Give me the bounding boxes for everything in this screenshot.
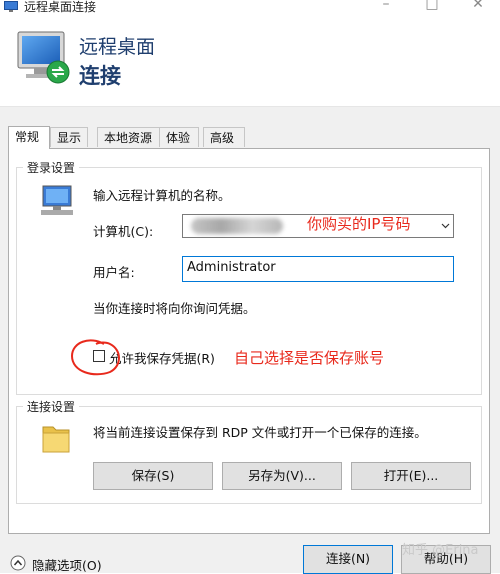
close-button[interactable]: ✕ <box>458 0 498 16</box>
maximize-button[interactable]: □ <box>412 0 452 16</box>
chevron-down-icon[interactable] <box>441 221 450 230</box>
tab-general[interactable]: 常规 <box>8 126 50 149</box>
credential-note: 当你连接时将向你询问凭据。 <box>93 301 256 316</box>
redacted-ip-mask <box>191 218 283 234</box>
header-banner: 远程桌面 连接 <box>0 16 500 107</box>
connection-description: 将当前连接设置保存到 RDP 文件或打开一个已保存的连接。 <box>93 425 427 440</box>
watermark-text: 知乎 @Erina <box>402 543 479 558</box>
hide-options-link[interactable]: 隐藏选项(O) <box>32 555 102 574</box>
tab-experience[interactable]: 体验 <box>159 127 199 147</box>
connect-button[interactable]: 连接(N) <box>303 545 393 574</box>
login-settings-title: 登录设置 <box>23 159 80 176</box>
minimize-button[interactable]: – <box>366 0 406 16</box>
tab-display[interactable]: 显示 <box>50 127 88 147</box>
save-account-annotation: 自己选择是否保存账号 <box>234 349 385 367</box>
username-label: 用户名: <box>93 265 135 280</box>
computer-label: 计算机(C): <box>93 224 154 239</box>
window-title: 远程桌面连接 <box>24 0 97 14</box>
tab-advanced[interactable]: 高级 <box>203 127 245 147</box>
tab-local-resources[interactable]: 本地资源 <box>97 127 161 147</box>
connection-settings-title: 连接设置 <box>23 398 80 415</box>
open-button[interactable]: 打开(E)... <box>351 462 471 490</box>
remote-name-prompt: 输入远程计算机的名称。 <box>93 188 231 203</box>
ip-annotation: 你购买的IP号码 <box>307 215 411 233</box>
save-button[interactable]: 保存(S) <box>93 462 213 490</box>
header-title-line2: 连接 <box>79 64 121 88</box>
folder-icon <box>42 426 70 453</box>
username-field[interactable]: Administrator <box>182 256 454 282</box>
computer-icon <box>41 185 73 215</box>
header-title-line1: 远程桌面 <box>79 36 156 58</box>
remote-desktop-icon <box>4 1 18 12</box>
hand-drawn-circle <box>70 339 120 376</box>
remote-desktop-logo-icon <box>17 31 70 84</box>
connection-settings-group: 连接设置 将当前连接设置保存到 RDP 文件或打开一个已保存的连接。 保存(S)… <box>16 398 482 504</box>
collapse-options-icon[interactable] <box>10 555 26 571</box>
username-value: Administrator <box>187 260 276 275</box>
title-bar: 远程桌面连接 – □ ✕ <box>0 0 500 16</box>
save-as-button[interactable]: 另存为(V)... <box>222 462 342 490</box>
